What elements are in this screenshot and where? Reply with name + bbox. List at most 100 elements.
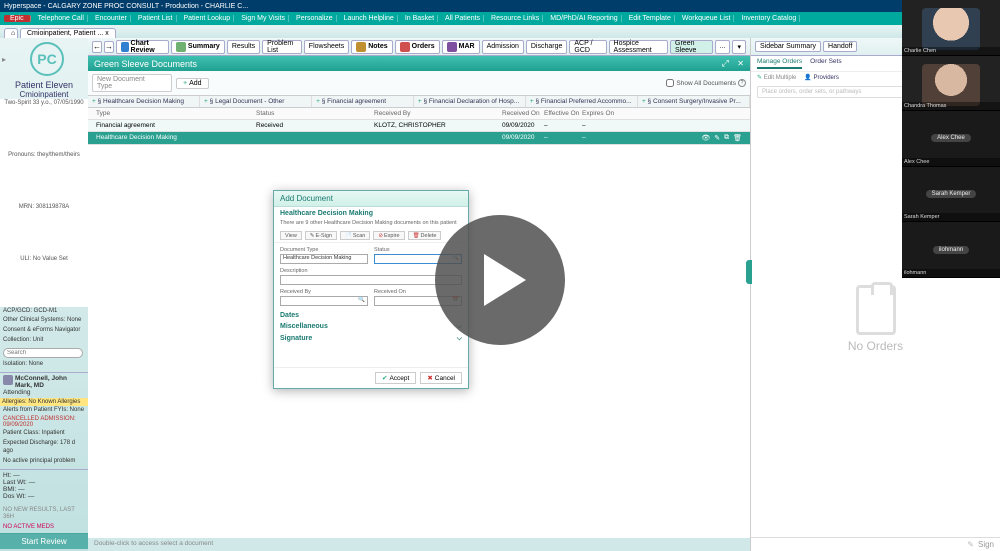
- allergies-strip[interactable]: Allergies: No Known Allergies: [0, 398, 88, 406]
- tab-chart-review[interactable]: Chart Review: [116, 40, 169, 54]
- table-row-selected[interactable]: Healthcare Decision Making 09/09/2020 – …: [88, 132, 750, 145]
- collapse-misc[interactable]: Miscellaneous⌵: [280, 321, 462, 333]
- add-document-button[interactable]: +Add: [176, 78, 209, 89]
- toolbar-encounter[interactable]: Encounter: [92, 15, 131, 22]
- filter-hdm[interactable]: + § Healthcare Decision Making: [88, 96, 200, 107]
- tab-flowsheets[interactable]: Flowsheets: [304, 40, 349, 54]
- tab-sidebar-summary[interactable]: Sidebar Summary: [755, 41, 821, 52]
- expand-icon[interactable]: ▸: [2, 55, 6, 64]
- tab-dropdown[interactable]: ▾: [732, 40, 746, 54]
- providers-link[interactable]: 👤 Providers: [804, 74, 839, 81]
- resize-icon[interactable]: ⤢: [722, 58, 729, 68]
- toolbar-patient-list[interactable]: Patient List: [135, 15, 177, 22]
- toolbar-sign-visits[interactable]: Sign My Visits: [238, 15, 289, 22]
- filter-financial[interactable]: + § Financial agreement: [312, 96, 414, 107]
- cancelled-admission: CANCELLED ADMISSION: 09/09/2020: [0, 415, 88, 429]
- toolbar-edit-template[interactable]: Edit Template: [626, 15, 675, 22]
- sign-pen-icon[interactable]: ✎: [967, 540, 974, 549]
- tab-orders[interactable]: Orders: [395, 40, 440, 54]
- new-doc-type-dropdown[interactable]: New Document Type: [92, 74, 172, 92]
- col-status[interactable]: Status: [256, 110, 374, 117]
- patient-uli: ULI: No Value Set: [0, 255, 88, 307]
- scan-button[interactable]: 📄Scan: [340, 231, 370, 240]
- nav-fwd-button[interactable]: →: [104, 41, 114, 53]
- filter-financial-pref[interactable]: + § Financial Preferred Accommo...: [526, 96, 638, 107]
- toolbar-phone[interactable]: Telephone Call: [35, 15, 88, 22]
- video-tile[interactable]: Alex Chee Alex Chee: [902, 111, 1000, 167]
- table-row[interactable]: Financial agreement Received KLOTZ, CHRI…: [88, 120, 750, 132]
- patient-demographic: Two-Spirit 33 y.o., 07/05/1990: [0, 99, 88, 151]
- tab-notes[interactable]: Notes: [351, 40, 392, 54]
- toolbar-all-patients[interactable]: All Patients: [442, 15, 484, 22]
- edit-icon[interactable]: ✎: [714, 134, 720, 142]
- toolbar-launch-helpline[interactable]: Launch Helpline: [341, 15, 398, 22]
- workspace-tab-home[interactable]: ⌂: [4, 28, 18, 38]
- filter-legal[interactable]: + § Legal Document - Other: [200, 96, 312, 107]
- workspace-tab-patient[interactable]: Cmioinpatient, Patient ... x: [20, 28, 116, 38]
- col-exp[interactable]: Expires On: [582, 110, 620, 117]
- patient-consent-nav[interactable]: Consent & eForms Navigator: [0, 326, 88, 336]
- toolbar-patient-lookup[interactable]: Patient Lookup: [181, 15, 235, 22]
- toolbar-workqueue[interactable]: Workqueue List: [679, 15, 735, 22]
- tab-discharge[interactable]: Discharge: [526, 40, 568, 54]
- close-section-icon[interactable]: ✕: [737, 59, 744, 68]
- filter-financial-decl[interactable]: + § Financial Declaration of Hosp...: [414, 96, 526, 107]
- toolbar-resource-links[interactable]: Resource Links: [488, 15, 543, 22]
- tab-green-sleeve[interactable]: Green Sleeve: [670, 40, 713, 54]
- check-icon: ✔: [382, 374, 387, 382]
- tab-results[interactable]: Results: [227, 40, 260, 54]
- dialog-footer: ✔Accept ✖Cancel: [274, 367, 468, 388]
- doctype-input[interactable]: Healthcare Decision Making: [280, 254, 368, 264]
- workspace-tab-strip: ⌂ Cmioinpatient, Patient ... x: [0, 25, 1000, 38]
- toolbar-personalize[interactable]: Personalize: [293, 15, 337, 22]
- subtab-order-sets[interactable]: Order Sets: [810, 58, 841, 69]
- start-review-button[interactable]: Start Review: [0, 533, 88, 549]
- help-icon[interactable]: ?: [738, 79, 746, 87]
- nav-back-button[interactable]: ←: [92, 41, 102, 53]
- tab-problem-list[interactable]: Problem List: [262, 40, 302, 54]
- view-icon[interactable]: 👁: [701, 134, 710, 142]
- col-type[interactable]: Type: [96, 110, 256, 117]
- patient-name: Patient Eleven: [0, 80, 88, 90]
- play-video-button[interactable]: [435, 215, 565, 345]
- toolbar-inbasket[interactable]: In Basket: [402, 15, 438, 22]
- show-all-checkbox[interactable]: [666, 79, 674, 87]
- sidebar-search-input[interactable]: [3, 348, 83, 358]
- edit-multiple-link[interactable]: ✎ Edit Multiple: [757, 74, 796, 81]
- attach-icon[interactable]: ⧉: [724, 134, 729, 142]
- tab-handoff[interactable]: Handoff: [823, 41, 857, 52]
- video-tile[interactable]: ilohmann ilohmann: [902, 222, 1000, 278]
- toolbar-inventory[interactable]: Inventory Catalog: [738, 15, 800, 22]
- subtab-manage-orders[interactable]: Manage Orders: [757, 58, 802, 69]
- video-tile[interactable]: Charlie Chen: [902, 0, 1000, 56]
- cancel-button[interactable]: ✖Cancel: [420, 372, 462, 384]
- col-recon[interactable]: Received On: [502, 110, 544, 117]
- tab-mar[interactable]: MAR: [442, 40, 480, 54]
- panel-collapse-handle[interactable]: [746, 260, 752, 284]
- show-all-documents-toggle[interactable]: Show All Documents ?: [666, 79, 746, 87]
- col-recby[interactable]: Received By: [374, 110, 502, 117]
- video-tile[interactable]: Chandra Thomas: [902, 56, 1000, 112]
- participant-name: ilohmann: [902, 269, 1000, 277]
- recby-input[interactable]: 🔍: [280, 296, 368, 306]
- sign-button[interactable]: Sign: [978, 540, 994, 549]
- collapse-dates[interactable]: Dates: [280, 310, 462, 321]
- expire-button[interactable]: ⊘Expire: [373, 231, 404, 240]
- tab-acp-gcd[interactable]: ACP / GCD: [569, 40, 606, 54]
- delete-button[interactable]: 🗑Delete: [408, 231, 442, 240]
- search-icon[interactable]: 🔍: [358, 297, 365, 303]
- tab-hospice[interactable]: Hospice Assessment: [609, 40, 668, 54]
- video-tile[interactable]: Sarah Kemper Sarah Kemper: [902, 167, 1000, 223]
- esign-button[interactable]: ✎E-Sign: [305, 231, 337, 240]
- epic-logo[interactable]: Epic: [4, 15, 31, 22]
- accept-button[interactable]: ✔Accept: [375, 372, 416, 384]
- view-button[interactable]: View: [280, 231, 302, 240]
- trash-icon[interactable]: 🗑: [733, 134, 742, 142]
- filter-consent-surgery[interactable]: + § Consent Surgery/Invasive Pr...: [638, 96, 750, 107]
- tab-summary[interactable]: Summary: [171, 40, 225, 54]
- tab-more[interactable]: ...: [715, 40, 731, 54]
- collapse-signature[interactable]: Signature⌵: [280, 333, 462, 345]
- tab-admission[interactable]: Admission: [482, 40, 524, 54]
- toolbar-reporting[interactable]: MD/PhD/AI Reporting: [547, 15, 621, 22]
- col-eff[interactable]: Effective On: [544, 110, 582, 117]
